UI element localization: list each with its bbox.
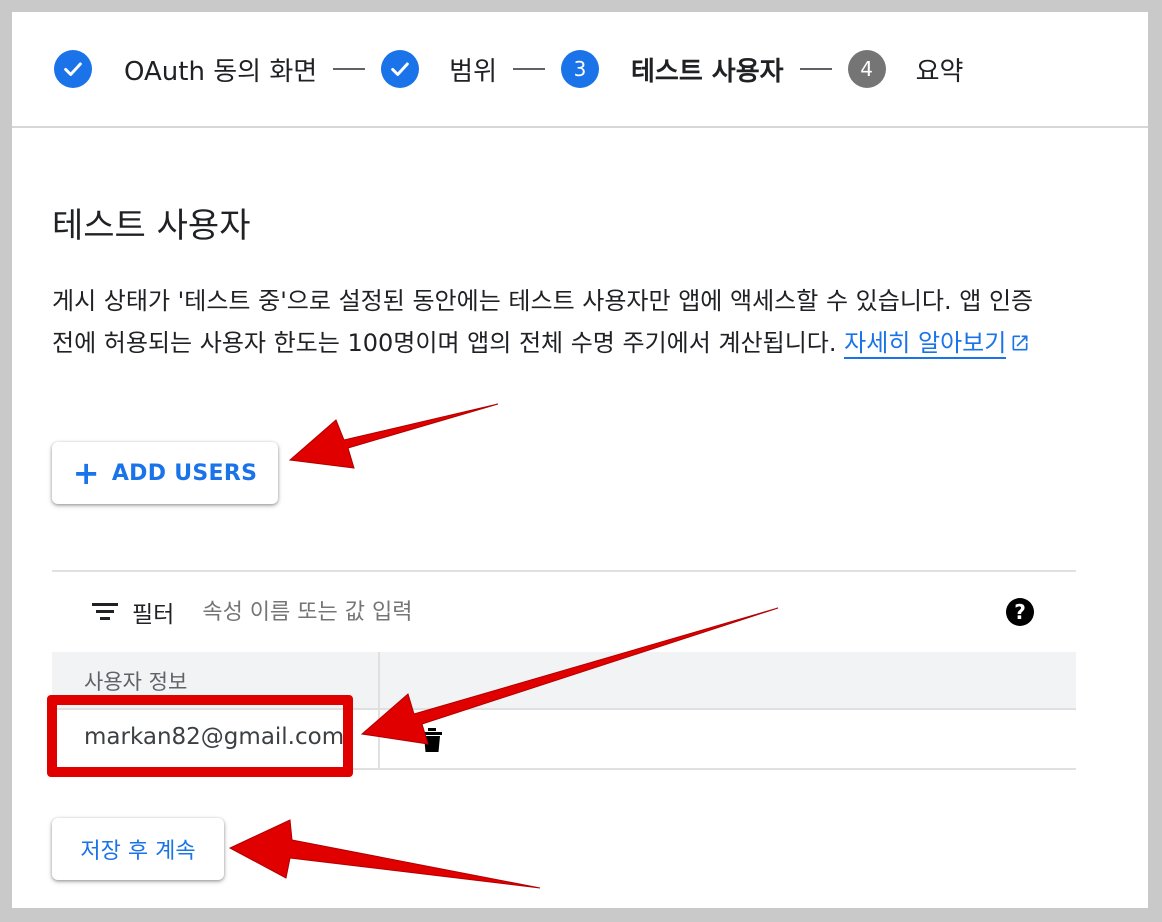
learn-more-link[interactable]: 자세히 알아보기 [844, 329, 1007, 359]
save-continue-label: 저장 후 계속 [80, 839, 196, 864]
filter-list-icon [92, 602, 118, 622]
add-users-label: ADD USERS [111, 460, 258, 486]
stepper: OAuth 동의 화면 범위 3 테스트 사용자 4 요약 [12, 12, 1148, 128]
check-icon [381, 50, 420, 88]
learn-more-label: 자세히 알아보기 [844, 329, 1007, 357]
check-icon [54, 50, 92, 88]
step-separator [513, 68, 545, 70]
step-separator [333, 68, 366, 70]
save-continue-button[interactable]: 저장 후 계속 [52, 818, 224, 880]
step-label: 범위 [449, 56, 497, 87]
page-description: 게시 상태가 '테스트 중'으로 설정된 동안에는 테스트 사용자만 앱에 액세… [52, 280, 1062, 366]
external-link-icon [1010, 324, 1030, 366]
column-header-user-info[interactable]: 사용자 정보 [84, 666, 187, 696]
page-title: 테스트 사용자 [52, 206, 251, 246]
column-divider [378, 652, 380, 710]
step-label: OAuth 동의 화면 [124, 56, 318, 87]
help-icon[interactable]: ? [1006, 598, 1034, 626]
plus-icon: + [72, 454, 100, 492]
step-oauth-consent[interactable]: OAuth 동의 화면 [54, 50, 317, 88]
step-label: 테스트 사용자 [631, 56, 784, 87]
step-test-users[interactable]: 3 테스트 사용자 [561, 50, 784, 88]
filter-bar: 필터 ? [52, 570, 1076, 652]
oauth-consent-panel: OAuth 동의 화면 범위 3 테스트 사용자 4 요약 테스트 사용자 게시… [12, 12, 1148, 908]
step-separator [799, 68, 832, 70]
filter-input[interactable] [200, 598, 965, 626]
column-divider [378, 710, 380, 768]
cancel-button[interactable]: 취소 [266, 834, 306, 866]
annotation-highlight-box [47, 695, 353, 777]
step-label: 요약 [915, 56, 964, 87]
step-number-badge: 3 [561, 50, 599, 88]
delete-icon[interactable] [420, 726, 444, 758]
step-scopes[interactable]: 범위 [381, 50, 497, 88]
step-summary[interactable]: 4 요약 [847, 50, 964, 88]
filter-label: 필터 [132, 602, 175, 628]
add-users-button[interactable]: + ADD USERS [52, 442, 278, 504]
step-number-badge: 4 [847, 50, 886, 88]
